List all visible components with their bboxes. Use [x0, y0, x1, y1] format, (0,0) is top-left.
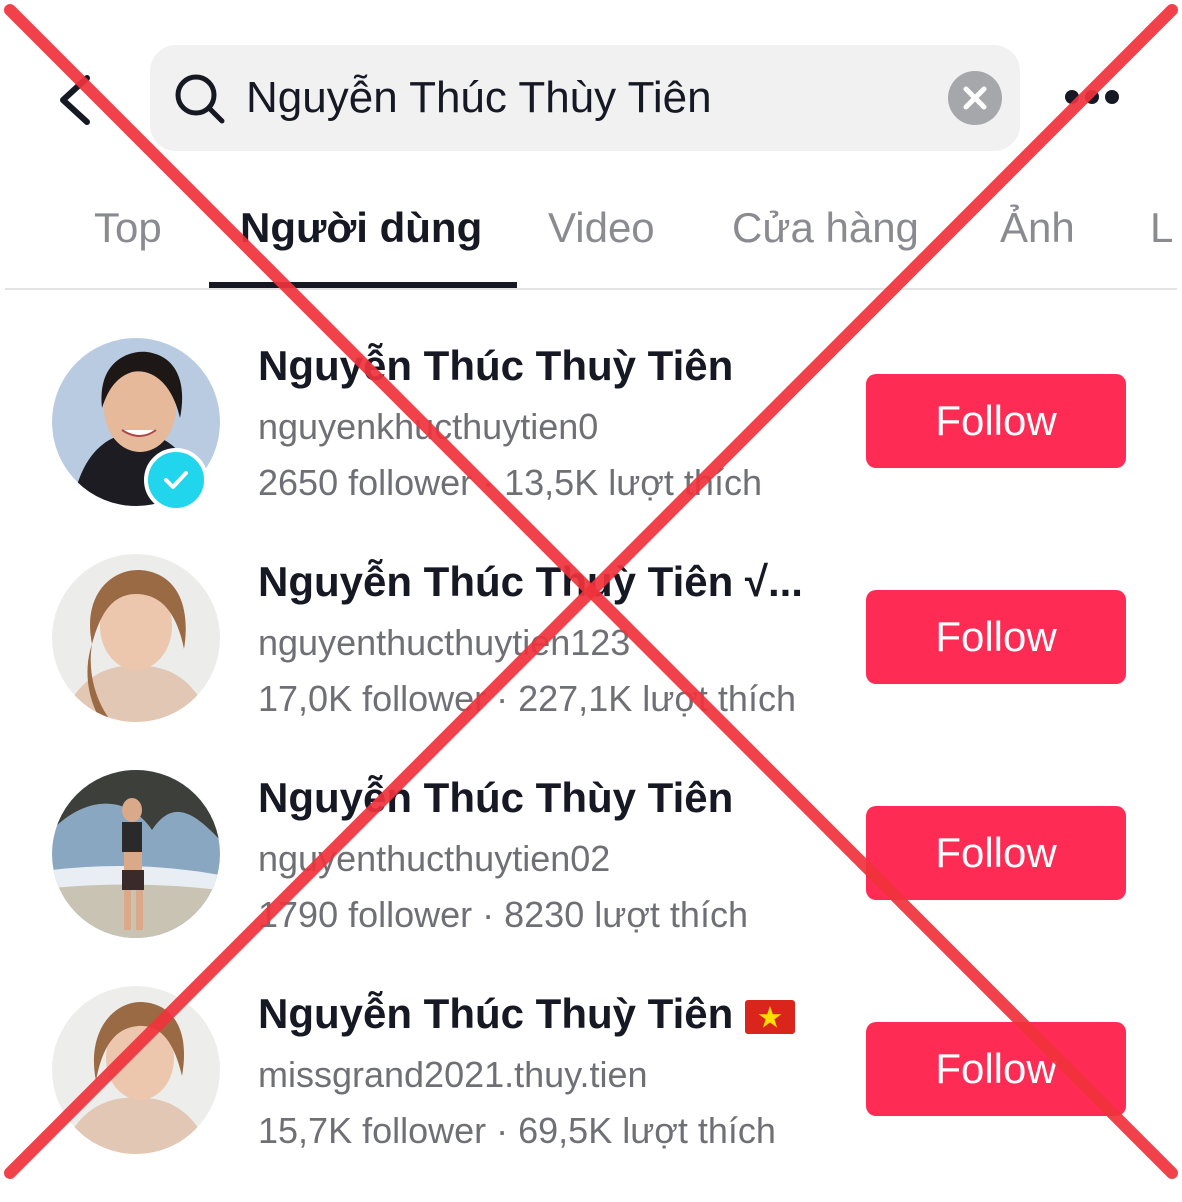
chevron-left-icon [60, 75, 90, 125]
search-input[interactable] [246, 63, 936, 133]
follow-button[interactable]: Follow [866, 374, 1126, 468]
tab-video[interactable]: Video [548, 204, 655, 252]
user-stats: 2650 follower · 13,5K lượt thích [258, 462, 762, 503]
tab-photos[interactable]: Ảnh [1000, 204, 1075, 252]
search-icon [175, 74, 225, 124]
user-stats: 1790 follower · 8230 lượt thích [258, 894, 748, 935]
clear-icon [963, 86, 987, 110]
user-display-name-text: Nguyễn Thúc Thuỳ Tiên [258, 990, 734, 1037]
tab-shop[interactable]: Cửa hàng [732, 204, 919, 252]
user-row[interactable]: Nguyễn Thúc Thuỳ Tiên nguyenkhucthuytien… [0, 338, 1182, 554]
avatar[interactable] [52, 554, 220, 722]
user-handle: nguyenthucthuytien02 [258, 838, 611, 879]
tab-live[interactable]: L [1150, 204, 1173, 252]
user-row[interactable]: Nguyễn Thúc Thuỳ Tiên missgrand2021.thuy… [0, 986, 1182, 1202]
verified-badge [144, 448, 208, 512]
avatar-image [52, 986, 220, 1154]
user-display-name: Nguyễn Thúc Thuỳ Tiên [258, 990, 828, 1038]
avatar[interactable] [52, 770, 220, 938]
user-display-name: Nguyễn Thúc Thùy Tiên [258, 774, 734, 821]
user-stats: 17,0K follower · 227,1K lượt thích [258, 678, 796, 719]
divider [5, 288, 1177, 290]
search-bar[interactable] [150, 45, 1020, 151]
back-button[interactable] [50, 70, 100, 130]
avatar-image [52, 770, 220, 938]
more-icon[interactable] [1062, 82, 1122, 112]
vietnam-flag-icon [745, 999, 796, 1034]
avatar[interactable] [52, 986, 220, 1154]
search-tabs: Top Người dùng Video Cửa hàng Ảnh L [0, 176, 1182, 288]
user-handle: nguyenkhucthuytien0 [258, 406, 599, 447]
checkmark-icon [164, 471, 188, 489]
user-display-name: Nguyễn Thúc Thuỳ Tiên √... [258, 558, 803, 605]
clear-search-button[interactable] [948, 71, 1002, 125]
tab-top[interactable]: Top [94, 204, 162, 252]
follow-button[interactable]: Follow [866, 1022, 1126, 1116]
user-display-name: Nguyễn Thúc Thuỳ Tiên [258, 342, 734, 389]
user-row[interactable]: Nguyễn Thúc Thuỳ Tiên √... nguyenthucthu… [0, 554, 1182, 770]
user-stats: 15,7K follower · 69,5K lượt thích [258, 1110, 776, 1151]
tab-users[interactable]: Người dùng [240, 204, 482, 252]
user-handle: nguyenthucthuytien123 [258, 622, 631, 663]
follow-button[interactable]: Follow [866, 806, 1126, 900]
follow-button[interactable]: Follow [866, 590, 1126, 684]
user-handle: missgrand2021.thuy.tien [258, 1054, 648, 1095]
avatar-image [52, 554, 220, 722]
user-row[interactable]: Nguyễn Thúc Thùy Tiên nguyenthucthuytien… [0, 770, 1182, 986]
